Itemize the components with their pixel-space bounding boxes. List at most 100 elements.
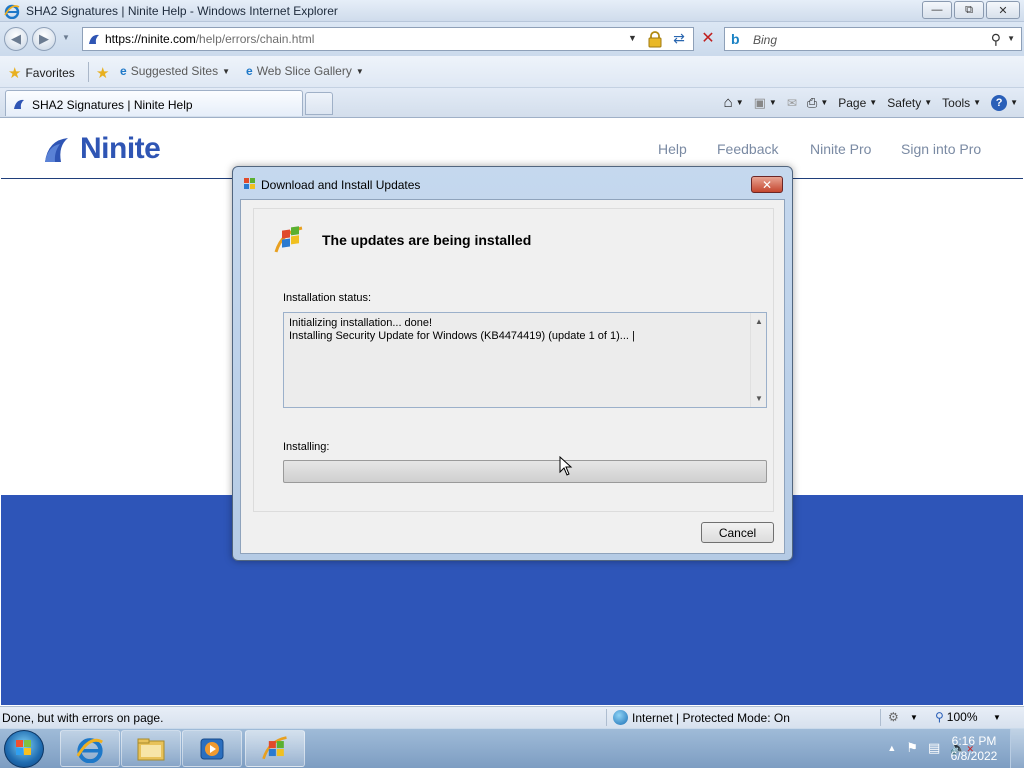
action-center-flag-icon[interactable]: ⚑ — [906, 740, 918, 756]
scroll-up-icon[interactable]: ▲ — [755, 317, 763, 326]
installation-status-box[interactable]: Initializing installation... done! Insta… — [283, 312, 767, 408]
status-scrollbar[interactable]: ▲ ▼ — [750, 313, 766, 407]
chevron-down-icon[interactable]: ▼ — [910, 713, 918, 722]
help-icon: ? — [991, 94, 1008, 111]
windows-update-icon — [244, 178, 255, 189]
mouse-cursor-icon — [559, 456, 573, 476]
internet-explorer-icon — [4, 4, 20, 19]
show-desktop-button[interactable] — [1010, 729, 1024, 768]
taskbar-file-explorer[interactable] — [121, 730, 181, 767]
chevron-down-icon: ▼ — [222, 66, 231, 76]
windows-taskbar: ▲ ⚑ ▤ 🔈✕ 6:16 PM 6/8/2022 — [0, 728, 1024, 768]
dialog-close-button[interactable]: ✕ — [751, 176, 783, 193]
forward-arrow-icon: ▶ — [39, 31, 49, 46]
address-url[interactable]: https://ninite.com/help/errors/chain.htm… — [105, 32, 314, 46]
taskbar-clock[interactable]: 6:16 PM 6/8/2022 — [948, 734, 1000, 764]
address-bar[interactable]: https://ninite.com/help/errors/chain.htm… — [82, 27, 694, 51]
help-menu[interactable]: ? ▼ — [991, 94, 1018, 111]
favorites-button[interactable]: ★ Favorites — [8, 64, 75, 82]
home-button[interactable]: ⌂ ▼ — [724, 94, 744, 111]
install-progress-bar — [283, 460, 767, 483]
forward-button[interactable]: ▶ — [32, 27, 56, 51]
show-hidden-icons-icon[interactable]: ▲ — [887, 743, 896, 753]
nav-sign-into-pro[interactable]: Sign into Pro — [901, 141, 981, 157]
folder-icon — [137, 738, 165, 760]
chevron-down-icon[interactable]: ▼ — [993, 713, 1001, 722]
search-dropdown-icon[interactable]: ▼ — [1007, 34, 1015, 43]
tab-active[interactable]: SHA2 Signatures | Ninite Help — [5, 90, 303, 116]
lock-icon[interactable] — [647, 31, 663, 48]
address-toolbar: ◀ ▶ ▼ https://ninite.com/help/errors/cha… — [0, 22, 1024, 56]
chevron-down-icon: ▼ — [869, 98, 878, 107]
chevron-down-icon: ▼ — [735, 98, 744, 107]
browser-status-bar: Done, but with errors on page. Internet … — [0, 706, 1024, 728]
taskbar-internet-explorer[interactable] — [60, 730, 120, 767]
dialog-client-area: The updates are being installed Installa… — [240, 199, 785, 554]
window-title: SHA2 Signatures | Ninite Help - Windows … — [26, 4, 338, 18]
protected-mode-settings-icon[interactable]: ⚙ — [888, 710, 899, 724]
ninite-logo-icon — [45, 138, 68, 162]
security-zone[interactable]: Internet | Protected Mode: On — [613, 710, 790, 725]
back-arrow-icon: ◀ — [11, 31, 21, 46]
ninite-favicon-icon — [89, 34, 99, 44]
bing-icon: b — [731, 31, 740, 47]
update-dialog: Download and Install Updates ✕ The updat… — [232, 166, 793, 561]
network-icon[interactable]: ▤ — [928, 740, 940, 756]
chevron-down-icon: ▼ — [973, 98, 982, 107]
restore-button[interactable]: ⧉ — [954, 1, 984, 19]
taskbar-media-player[interactable] — [182, 730, 242, 767]
chevron-down-icon: ▼ — [1010, 98, 1018, 107]
history-dropdown-icon[interactable]: ▼ — [62, 33, 70, 42]
ninite-logo[interactable]: Ninite — [42, 132, 161, 166]
status-line: Initializing installation... done! — [289, 317, 433, 329]
add-to-favorites-bar-button[interactable]: ★ — [96, 64, 109, 82]
rss-feed-icon: ▣ — [753, 94, 766, 110]
chevron-down-icon: ▼ — [820, 98, 829, 107]
address-dropdown-icon[interactable]: ▼ — [628, 33, 637, 43]
compatibility-refresh-icon[interactable]: ⇄ — [669, 30, 689, 50]
web-slice-gallery-button[interactable]: e Web Slice Gallery ▼ — [246, 64, 364, 78]
installation-status-label: Installation status: — [283, 292, 372, 304]
new-tab-button[interactable] — [305, 92, 333, 115]
tools-menu[interactable]: Tools ▼ — [942, 96, 981, 110]
window-titlebar: SHA2 Signatures | Ninite Help - Windows … — [0, 0, 1024, 22]
ninite-favicon-icon — [14, 99, 24, 109]
favorites-bar: ★ Favorites ★ e Suggested Sites ▼ e Web … — [0, 56, 1024, 88]
safety-menu[interactable]: Safety ▼ — [887, 96, 932, 110]
home-icon: ⌂ — [723, 94, 733, 111]
search-box[interactable]: b Bing ⚲ ▼ — [724, 27, 1022, 51]
print-button[interactable]: ⎙ ▼ — [807, 95, 828, 111]
search-input[interactable]: Bing — [753, 33, 777, 47]
zoom-icon: ⚲ — [935, 710, 944, 724]
mail-icon: ✉ — [786, 95, 797, 110]
scroll-down-icon[interactable]: ▼ — [755, 394, 763, 403]
minimize-button[interactable]: — — [922, 1, 952, 19]
nav-feedback[interactable]: Feedback — [717, 141, 778, 157]
close-icon: ✕ — [761, 177, 773, 192]
close-window-button[interactable]: ✕ — [986, 1, 1020, 19]
clock-date: 6/8/2022 — [950, 749, 998, 763]
read-mail-button[interactable]: ✉ — [787, 96, 797, 110]
suggested-sites-button[interactable]: e Suggested Sites ▼ — [120, 64, 230, 78]
cancel-button[interactable]: Cancel — [701, 522, 774, 543]
page-menu[interactable]: Page ▼ — [838, 96, 877, 110]
status-message: Done, but with errors on page. — [2, 711, 164, 725]
back-button[interactable]: ◀ — [4, 27, 28, 51]
media-player-icon — [200, 738, 224, 759]
restore-icon: ⧉ — [965, 3, 973, 16]
feeds-button[interactable]: ▣ ▼ — [754, 95, 777, 111]
minimize-icon: — — [931, 4, 943, 16]
search-icon[interactable]: ⚲ — [991, 31, 1001, 48]
add-favorite-star-icon: ★ — [96, 65, 110, 82]
nav-ninite-pro[interactable]: Ninite Pro — [810, 141, 871, 157]
clock-time: 6:16 PM — [951, 734, 997, 748]
chevron-down-icon: ▼ — [355, 66, 364, 76]
zoom-level[interactable]: ⚲ 100% — [935, 710, 978, 724]
taskbar-windows-update[interactable] — [245, 730, 305, 767]
stop-icon[interactable]: ✕ — [698, 27, 718, 51]
start-button[interactable] — [4, 730, 44, 768]
nav-help[interactable]: Help — [658, 141, 687, 157]
chevron-down-icon: ▼ — [924, 98, 933, 107]
installing-label: Installing: — [283, 441, 330, 453]
chevron-down-icon: ▼ — [768, 98, 777, 107]
